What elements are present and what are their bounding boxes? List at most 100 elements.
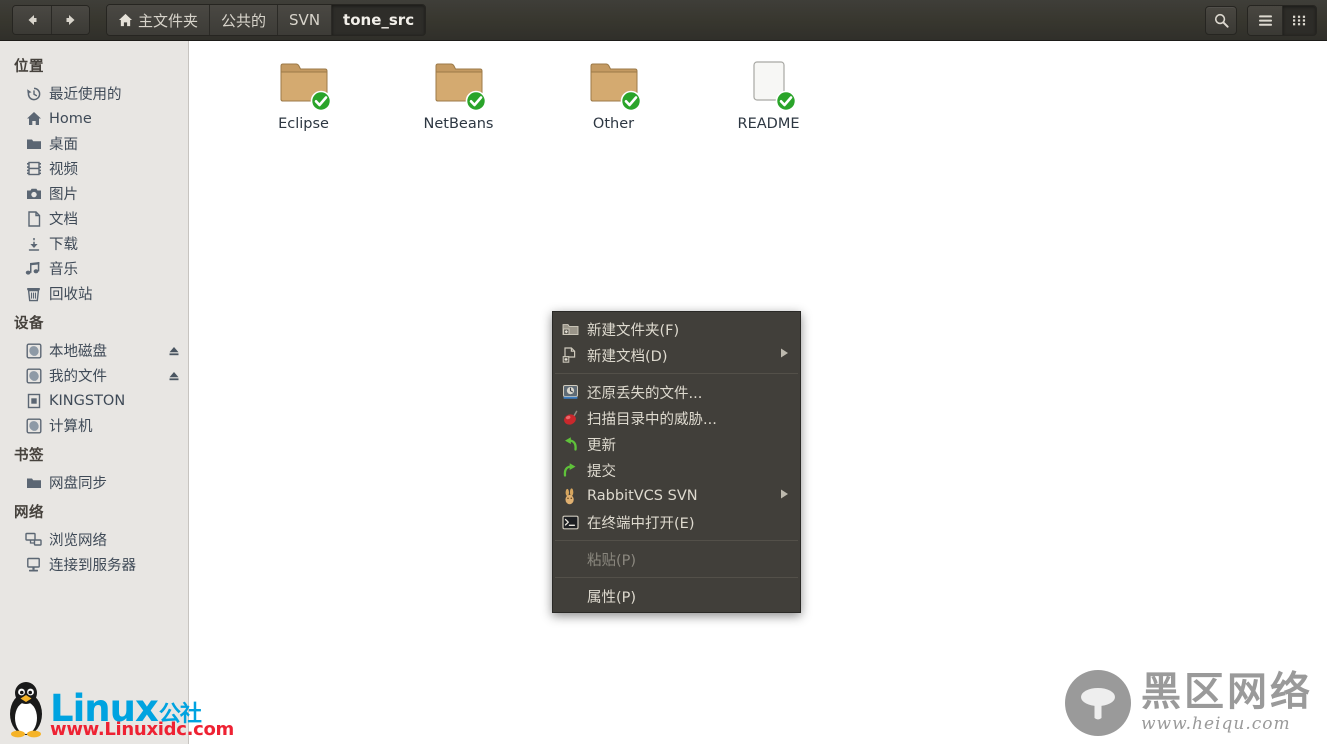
- sidebar-item-my-files[interactable]: 我的文件: [0, 363, 188, 388]
- rabbitvcs-icon: [561, 487, 579, 505]
- disk-icon: [25, 342, 42, 359]
- sidebar-item-local-disk[interactable]: 本地磁盘: [0, 338, 188, 363]
- breadcrumb-item-public[interactable]: 公共的: [209, 5, 278, 35]
- menu-item-label: 属性(P): [587, 589, 637, 606]
- menu-item-open-in-terminal[interactable]: 在终端中打开(E): [553, 509, 800, 535]
- server-icon: [25, 556, 42, 573]
- sidebar-item-label: KINGSTON: [49, 392, 126, 409]
- file-item-eclipse[interactable]: Eclipse: [226, 55, 381, 133]
- back-button[interactable]: [13, 6, 51, 34]
- file-manager-window: 主文件夹 公共的 SVN tone_src 位置 最近使用的 Home 桌面 视…: [0, 0, 1327, 744]
- menu-item-scan-for-threats[interactable]: 扫描目录中的威胁...: [553, 405, 800, 431]
- menu-item-label: 新建文档(D): [587, 348, 668, 365]
- breadcrumb-item-home[interactable]: 主文件夹: [107, 5, 210, 35]
- document-icon: [25, 210, 42, 227]
- search-button[interactable]: [1205, 5, 1237, 35]
- file-item-readme[interactable]: README: [691, 55, 846, 133]
- sidebar-item-desktop[interactable]: 桌面: [0, 131, 188, 156]
- sidebar-item-computer[interactable]: 计算机: [0, 413, 188, 438]
- menu-item-rabbitvcs-svn[interactable]: RabbitVCS SVN: [553, 483, 800, 509]
- music-icon: [25, 260, 42, 277]
- sidebar-item-downloads[interactable]: 下载: [0, 231, 188, 256]
- sidebar-section-bookmarks: 书签: [14, 448, 44, 464]
- trash-icon: [25, 285, 42, 302]
- sidebar-item-cloud-sync[interactable]: 网盘同步: [0, 470, 188, 495]
- breadcrumb-label: 公共的: [221, 11, 267, 30]
- svn-commit-icon: [561, 461, 579, 479]
- menu-item-label: 扫描目录中的威胁...: [587, 411, 717, 428]
- list-view-icon: [1258, 14, 1272, 26]
- header-bar: 主文件夹 公共的 SVN tone_src: [0, 0, 1327, 41]
- sidebar-item-documents[interactable]: 文档: [0, 206, 188, 231]
- file-item-netbeans[interactable]: NetBeans: [381, 55, 536, 133]
- menu-item-label: 粘贴(P): [587, 552, 637, 569]
- eject-icon[interactable]: [168, 345, 180, 357]
- camera-icon: [25, 185, 42, 202]
- folder-icon: [25, 474, 42, 491]
- icon-grid: Eclipse NetBeans Other README: [190, 41, 1327, 133]
- eject-icon[interactable]: [168, 370, 180, 382]
- sidebar-item-label: 计算机: [49, 419, 93, 435]
- menu-item-new-document[interactable]: 新建文档(D): [553, 342, 800, 368]
- sidebar-item-pictures[interactable]: 图片: [0, 181, 188, 206]
- sidebar-item-videos[interactable]: 视频: [0, 156, 188, 181]
- sidebar-item-label: 桌面: [49, 137, 78, 153]
- sidebar-item-label: 本地磁盘: [49, 344, 107, 360]
- ok-emblem-icon: [775, 90, 797, 112]
- sidebar-item-label: 视频: [49, 162, 78, 178]
- new-document-icon: [561, 346, 579, 364]
- menu-item-label: RabbitVCS SVN: [587, 488, 698, 504]
- restore-icon: [561, 383, 579, 401]
- file-item-other[interactable]: Other: [536, 55, 691, 133]
- menu-item-label: 在终端中打开(E): [587, 515, 695, 532]
- menu-item-restore-lost-files[interactable]: 还原丢失的文件...: [553, 379, 800, 405]
- file-name: Other: [592, 116, 635, 132]
- menu-item-label: 提交: [587, 463, 616, 480]
- sidebar-item-label: 连接到服务器: [49, 558, 136, 574]
- view-mode-group: [1247, 4, 1317, 36]
- menu-item-svn-update[interactable]: 更新: [553, 431, 800, 457]
- breadcrumb-item-svn[interactable]: SVN: [277, 5, 332, 35]
- menu-separator: [555, 373, 798, 374]
- folder-icon: [434, 59, 486, 112]
- chevron-right-icon: [779, 347, 790, 363]
- menu-separator: [555, 577, 798, 578]
- sidebar-item-trash[interactable]: 回收站: [0, 281, 188, 306]
- menu-item-new-folder[interactable]: 新建文件夹(F): [553, 316, 800, 342]
- svn-update-icon: [561, 435, 579, 453]
- menu-item-svn-commit[interactable]: 提交: [553, 457, 800, 483]
- sidebar[interactable]: 位置 最近使用的 Home 桌面 视频 图片 文档 下载 音乐 回收站 设备 本…: [0, 41, 189, 744]
- menu-item-label: 还原丢失的文件...: [587, 385, 703, 402]
- sidebar-item-label: 浏览网络: [49, 533, 107, 549]
- breadcrumb-label: SVN: [289, 11, 321, 29]
- forward-button[interactable]: [51, 6, 89, 34]
- home-icon: [118, 13, 133, 27]
- sidebar-item-home[interactable]: Home: [0, 106, 188, 131]
- sidebar-section-network: 网络: [14, 505, 44, 521]
- menu-item-label: 新建文件夹(F): [587, 322, 680, 339]
- list-view-button[interactable]: [1248, 5, 1282, 35]
- sidebar-item-recent[interactable]: 最近使用的: [0, 81, 188, 106]
- context-menu[interactable]: 新建文件夹(F) 新建文档(D) 还原丢失的文件... 扫描目录中的威胁... …: [552, 311, 801, 613]
- breadcrumb-label: tone_src: [343, 11, 415, 29]
- sidebar-item-label: 音乐: [49, 262, 78, 278]
- home-icon: [25, 110, 42, 127]
- chevron-right-icon: [779, 488, 790, 504]
- ok-emblem-icon: [310, 90, 332, 112]
- sidebar-item-browse-network[interactable]: 浏览网络: [0, 527, 188, 552]
- sidebar-item-music[interactable]: 音乐: [0, 256, 188, 281]
- grid-view-button[interactable]: [1282, 5, 1316, 35]
- menu-item-label: 更新: [587, 437, 616, 454]
- navigation-buttons: [12, 5, 90, 35]
- menu-item-properties[interactable]: 属性(P): [553, 583, 800, 609]
- folder-icon: [279, 59, 332, 112]
- sidebar-item-connect-to-server[interactable]: 连接到服务器: [0, 552, 188, 577]
- sidebar-item-label: 文档: [49, 212, 78, 228]
- sidebar-item-label: 网盘同步: [49, 476, 107, 492]
- menu-item-paste: 粘贴(P): [553, 546, 800, 572]
- disk-icon: [25, 417, 42, 434]
- breadcrumb-item-tone-src[interactable]: tone_src: [331, 5, 426, 35]
- recent-icon: [25, 85, 42, 102]
- sidebar-item-kingston[interactable]: KINGSTON: [0, 388, 188, 413]
- folder-icon: [25, 135, 42, 152]
